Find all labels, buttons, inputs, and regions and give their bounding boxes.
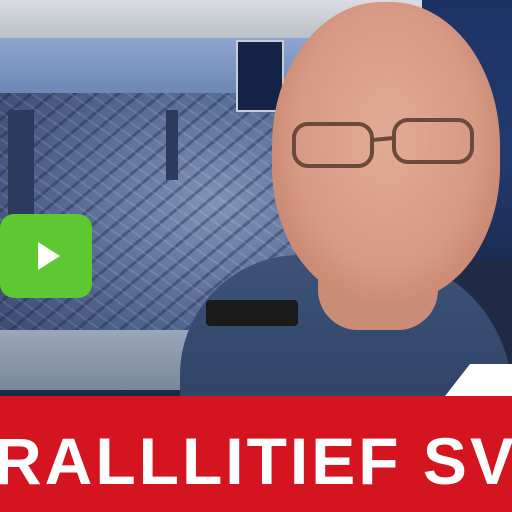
video-thumbnail[interactable]: RALLLITIEF SV — [0, 0, 512, 512]
headline-banner: RALLLITIEF SV — [0, 396, 512, 512]
glasses-icon — [292, 118, 474, 168]
city-tower — [8, 110, 34, 218]
play-button[interactable] — [0, 214, 92, 298]
play-icon — [38, 242, 60, 270]
banner-headline: RALLLITIEF SV — [0, 424, 512, 498]
city-tower — [166, 110, 178, 180]
lapel-microphone — [206, 300, 298, 326]
